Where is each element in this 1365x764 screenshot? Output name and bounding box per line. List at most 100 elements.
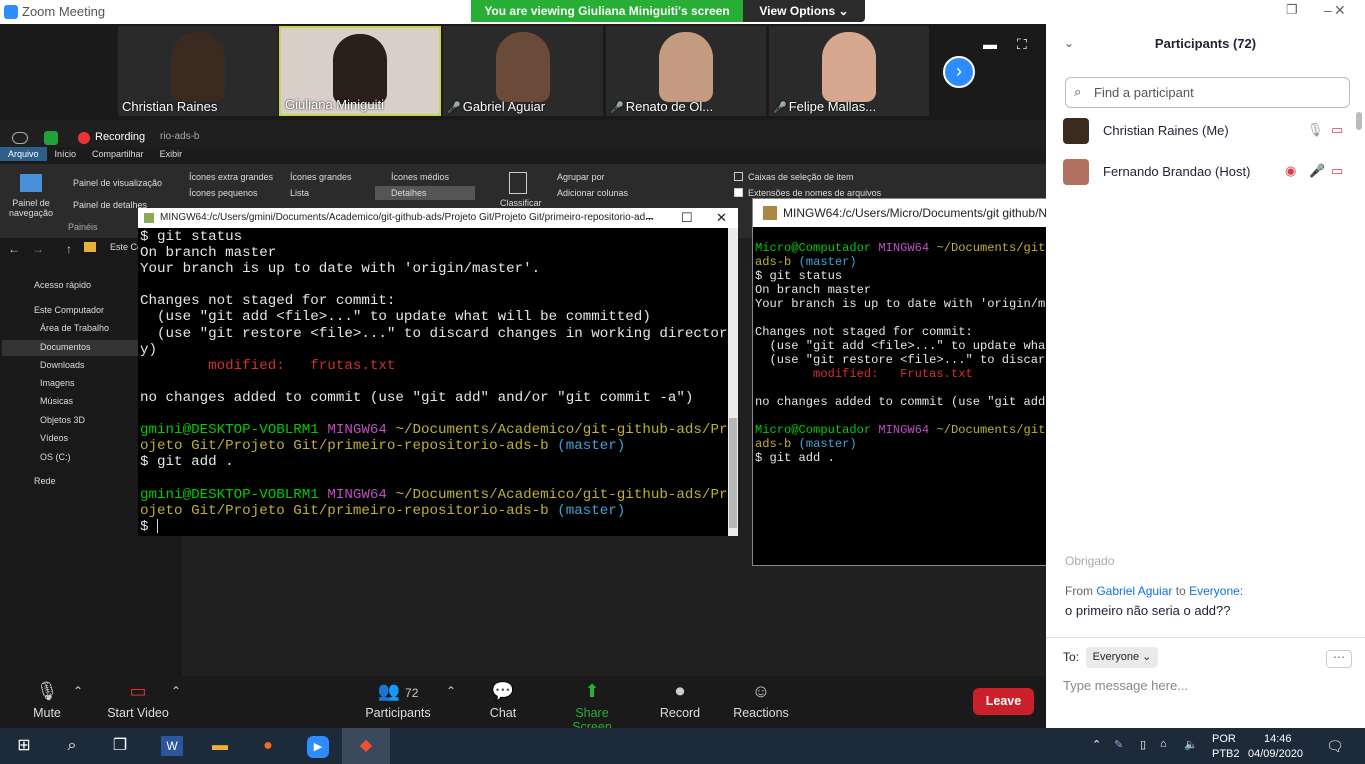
- view-options-button[interactable]: View Options ⌄: [743, 0, 865, 22]
- up-arrow-icon[interactable]: ↑: [66, 242, 72, 256]
- start-video-button[interactable]: ▭ Start Video: [102, 676, 174, 728]
- video-tile-active[interactable]: Giuliana Miniguiti: [279, 26, 441, 116]
- chat-recipient[interactable]: Everyone:: [1189, 584, 1243, 598]
- panel-scrollbar[interactable]: [1356, 112, 1362, 130]
- clock-time[interactable]: 14:46: [1264, 733, 1292, 745]
- nav-item[interactable]: Acesso rápido: [34, 280, 91, 290]
- nav-item[interactable]: Downloads: [40, 360, 85, 370]
- word-icon[interactable]: W: [148, 728, 196, 764]
- gallery-view-icon[interactable]: ▬: [983, 36, 997, 52]
- video-tile[interactable]: 🎤 Renato de Ol...: [606, 26, 766, 116]
- chevron-up-icon[interactable]: ⌃: [73, 684, 83, 698]
- icones-medios[interactable]: Ícones médios: [391, 172, 449, 182]
- language-secondary[interactable]: PTB2: [1212, 748, 1240, 760]
- checkbox-caixas[interactable]: [734, 172, 743, 181]
- network-icon[interactable]: ⌂: [1160, 738, 1167, 750]
- nav-item[interactable]: Objetos 3D: [40, 415, 85, 425]
- tab-compartilhar[interactable]: Compartilhar: [84, 147, 152, 161]
- painel-navegacao-button[interactable]: Painel de navegação: [6, 198, 56, 218]
- terminal-output[interactable]: $ git status On branch master Your branc…: [140, 229, 727, 535]
- clock-date[interactable]: 04/09/2020: [1248, 748, 1303, 760]
- video-tile[interactable]: 🎤 Gabriel Aguiar: [443, 26, 603, 116]
- git-icon[interactable]: ◆: [342, 728, 390, 764]
- classificar-icon: [509, 172, 527, 194]
- mute-button[interactable]: 🎙 Mute: [22, 676, 72, 728]
- file-explorer-icon[interactable]: ▬: [196, 728, 244, 764]
- lista[interactable]: Lista: [290, 188, 309, 198]
- message-input[interactable]: Type message here...: [1063, 678, 1188, 693]
- tile-name: Renato de Ol...: [625, 99, 714, 114]
- icones-pequenos[interactable]: Ícones pequenos: [189, 188, 258, 198]
- video-tile[interactable]: 🎤 Felipe Mallas...: [769, 26, 929, 116]
- detalhes[interactable]: Detalhes: [375, 186, 475, 200]
- nav-item[interactable]: Este Computador: [34, 305, 104, 315]
- participant-row[interactable]: Christian Raines (Me) 🎙 ▭: [1063, 116, 1353, 146]
- windows-start-icon[interactable]: ⊞: [0, 728, 48, 764]
- participants-panel: – ❐ ✕ ⌄ Participants (72) ⌕ Find a partic…: [1046, 0, 1365, 728]
- language-primary[interactable]: POR: [1212, 733, 1236, 745]
- icones-extra-grandes[interactable]: Ícones extra grandes: [189, 172, 273, 182]
- search-input[interactable]: ⌕ Find a participant: [1065, 77, 1350, 108]
- minimize-window-icon[interactable]: –: [1324, 2, 1332, 18]
- close-icon[interactable]: ✕: [716, 208, 727, 228]
- start-video-label: Start Video: [107, 706, 169, 720]
- muted-mic-icon: 🎤: [610, 102, 624, 114]
- maximize-icon[interactable]: ☐: [681, 208, 693, 228]
- share-screen-button[interactable]: ⬆ Share Screen: [554, 676, 630, 734]
- tab-arquivo[interactable]: Arquivo: [0, 147, 47, 161]
- reactions-button[interactable]: ☺ Reactions: [732, 676, 790, 728]
- nav-item[interactable]: OS (C:): [40, 452, 71, 462]
- tab-exibir[interactable]: Exibir: [152, 147, 191, 161]
- close-window-icon[interactable]: ✕: [1334, 2, 1346, 19]
- nav-item[interactable]: Imagens: [40, 378, 75, 388]
- divider: [1046, 637, 1365, 638]
- record-button[interactable]: ⏺ Record: [656, 676, 704, 728]
- participants-button[interactable]: 👥 72 Participants: [360, 676, 436, 728]
- volume-icon[interactable]: 🔈: [1184, 738, 1198, 751]
- checkbox-extensoes[interactable]: [734, 188, 743, 197]
- agrupar-por[interactable]: Agrupar por: [557, 172, 605, 182]
- nav-item[interactable]: Vídeos: [40, 433, 68, 443]
- restore-window-icon[interactable]: ❐: [1286, 2, 1298, 18]
- reactions-label: Reactions: [733, 706, 789, 720]
- tile-name-row: 🎤 Renato de Ol...: [610, 99, 713, 114]
- notifications-icon[interactable]: 🗨: [1326, 738, 1344, 755]
- chat-sender[interactable]: Gabriel Aguiar: [1096, 584, 1172, 598]
- search-icon[interactable]: ⌕: [48, 728, 96, 764]
- info-icon[interactable]: [12, 132, 28, 144]
- icones-grandes[interactable]: Ícones grandes: [290, 172, 352, 182]
- next-page-button[interactable]: ›: [943, 56, 975, 88]
- painel-visualizacao-button[interactable]: Painel de visualização: [73, 178, 162, 188]
- classificar-button[interactable]: Classificar: [500, 198, 542, 208]
- leave-button[interactable]: Leave: [973, 688, 1034, 715]
- firefox-icon[interactable]: ●: [244, 728, 292, 764]
- nav-item[interactable]: Área de Trabalho: [40, 323, 109, 333]
- task-view-icon[interactable]: ❐: [96, 728, 144, 764]
- adicionar-colunas[interactable]: Adicionar colunas: [557, 188, 628, 198]
- nav-item[interactable]: Músicas: [40, 396, 73, 406]
- zoom-icon[interactable]: ▶: [294, 728, 342, 764]
- chat-button[interactable]: 💬 Chat: [482, 676, 524, 728]
- chat-partial-message: Obrigado: [1065, 554, 1115, 568]
- participant-row[interactable]: Fernando Brandao (Host) ◉ 🎤 ▭: [1063, 157, 1353, 187]
- fullscreen-icon[interactable]: ⛶: [1017, 36, 1027, 53]
- painel-detalhes-button[interactable]: Painel de detalhes: [73, 200, 147, 210]
- tab-inicio[interactable]: Início: [47, 147, 85, 161]
- video-tile[interactable]: Christian Raines: [118, 26, 278, 116]
- forward-arrow-icon[interactable]: →: [32, 242, 44, 256]
- pen-icon[interactable]: ✎: [1114, 738, 1123, 751]
- battery-icon[interactable]: ▯: [1140, 738, 1146, 751]
- chevron-up-icon[interactable]: ⌃: [171, 684, 181, 698]
- microphone-icon: 🎙: [1307, 122, 1324, 137]
- paineis-group-label: Painéis: [68, 222, 98, 232]
- scrollbar[interactable]: [728, 228, 738, 536]
- video-off-icon: ▭: [1331, 163, 1344, 178]
- minimize-icon[interactable]: –: [646, 208, 653, 228]
- more-options-icon[interactable]: ⋯: [1326, 650, 1352, 668]
- nav-item[interactable]: Rede: [34, 476, 56, 486]
- back-arrow-icon[interactable]: ←: [8, 242, 20, 256]
- recipient-select[interactable]: Everyone ⌄: [1086, 647, 1158, 668]
- tray-chevron-icon[interactable]: ⌃: [1092, 738, 1101, 751]
- chevron-up-icon[interactable]: ⌃: [446, 684, 456, 698]
- git-bash-icon: [144, 213, 154, 223]
